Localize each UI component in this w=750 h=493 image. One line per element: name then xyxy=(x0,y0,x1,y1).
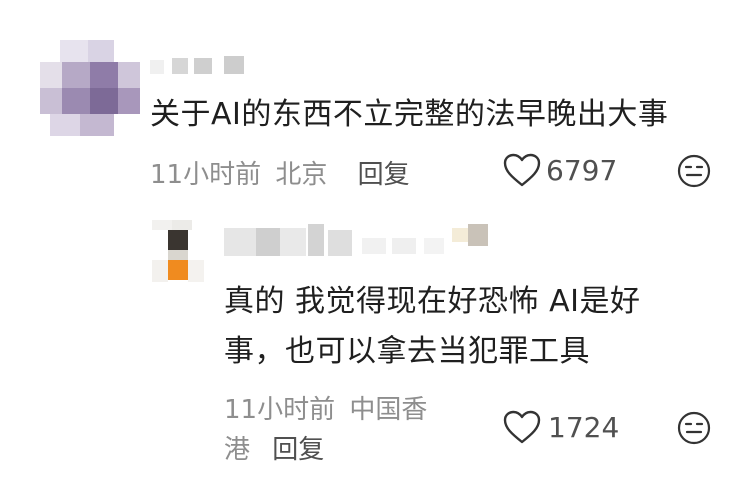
username[interactable] xyxy=(150,56,250,76)
heart-outline-icon xyxy=(502,152,542,188)
reply-item: 真的 我觉得现在好恐怖 AI是好 事，也可以拿去当犯罪工具 11小时前 中国香 … xyxy=(0,200,750,493)
reply-button[interactable]: 回复 xyxy=(358,160,410,190)
reply-meta: 11小时前 中国香 港 回复 xyxy=(224,390,427,470)
reply-text-line-2: 事，也可以拿去当犯罪工具 xyxy=(224,334,590,369)
reply-reply-button[interactable]: 回复 xyxy=(272,435,324,465)
comment-text: 关于AI的东西不立完整的法早晚出大事 xyxy=(150,97,669,132)
reply-time: 11小时前 xyxy=(224,395,336,425)
comment-meta: 11小时前 北京 回复 xyxy=(150,154,410,191)
like-count: 6797 xyxy=(546,153,618,187)
emoji-react-button[interactable] xyxy=(676,153,712,189)
reply-text-line-1: 真的 我觉得现在好恐怖 AI是好 xyxy=(224,284,641,319)
emoji-face-icon xyxy=(676,153,712,189)
emoji-face-icon xyxy=(676,410,712,446)
reply-location-continued: 港 xyxy=(224,435,251,465)
reply-text: 真的 我觉得现在好恐怖 AI是好 事，也可以拿去当犯罪工具 xyxy=(224,280,724,374)
comment-time: 11小时前 xyxy=(150,160,262,190)
reply-like-button[interactable]: 1724 xyxy=(502,409,619,445)
reply-username[interactable] xyxy=(224,224,494,258)
reply-location: 中国香 xyxy=(349,395,428,425)
like-button[interactable]: 6797 xyxy=(502,152,617,188)
comment-location: 北京 xyxy=(275,160,328,190)
reply-like-count: 1724 xyxy=(548,410,620,444)
reply-emoji-react-button[interactable] xyxy=(676,410,712,446)
heart-outline-icon xyxy=(502,409,542,445)
avatar[interactable] xyxy=(40,40,140,136)
reply-avatar[interactable] xyxy=(152,220,212,288)
comment-item: 关于AI的东西不立完整的法早晚出大事 11小时前 北京 回复 6797 xyxy=(0,0,750,200)
